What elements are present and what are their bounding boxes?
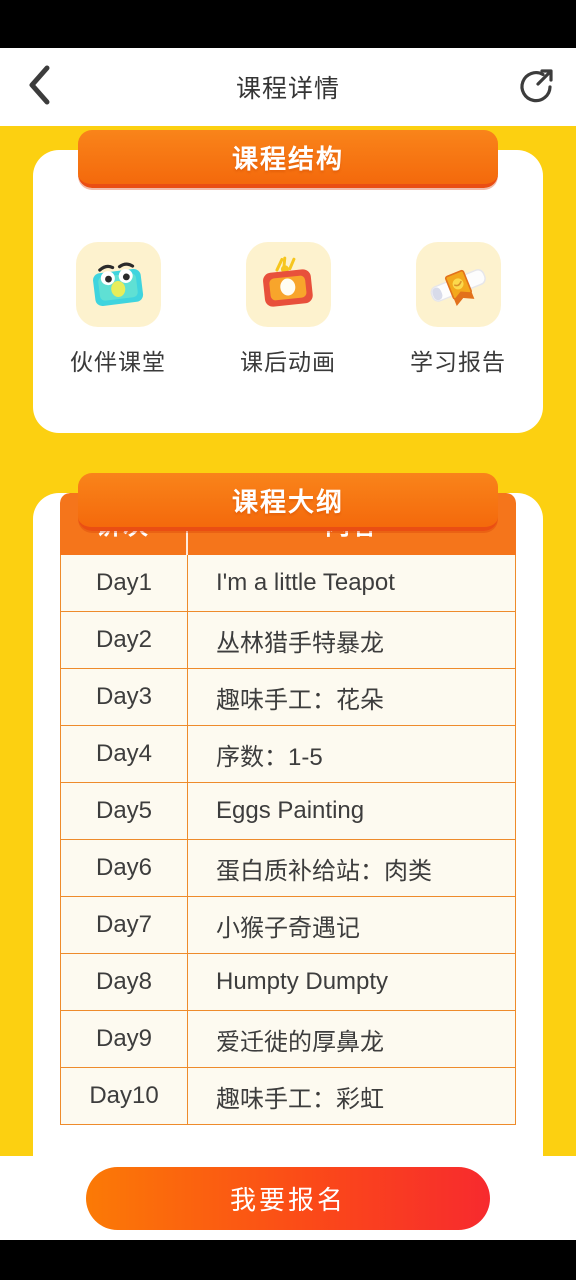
cell-lesson: Day6 <box>60 840 188 896</box>
structure-item-classroom[interactable]: 伙伴课堂 <box>43 242 193 377</box>
structure-item-label: 学习报告 <box>410 349 506 375</box>
table-row[interactable]: Day1 I'm a little Teapot <box>60 555 516 612</box>
cell-lesson: Day10 <box>60 1068 188 1124</box>
table-row[interactable]: Day9 爱迁徙的厚鼻龙 <box>60 1011 516 1068</box>
nav-header: 课程详情 <box>0 48 576 126</box>
cell-lesson: Day3 <box>60 669 188 725</box>
table-row[interactable]: Day4 序数：1-5 <box>60 726 516 783</box>
table-row[interactable]: Day7 小猴子奇遇记 <box>60 897 516 954</box>
course-outline-tab-label: 课程大纲 <box>231 486 344 517</box>
cell-lesson: Day4 <box>60 726 188 782</box>
enroll-button-label: 我要报名 <box>229 1184 346 1215</box>
course-structure-tab-label: 课程结构 <box>231 143 344 174</box>
tablet-face-icon <box>75 242 161 327</box>
cell-content: 爱迁徙的厚鼻龙 <box>188 1011 516 1067</box>
course-outline-tab: 课程大纲 <box>78 473 498 531</box>
table-row[interactable]: Day5 Eggs Painting <box>60 783 516 840</box>
cell-content: Humpty Dumpty <box>188 954 516 1010</box>
chevron-left-icon <box>26 64 52 111</box>
back-button[interactable] <box>0 48 78 126</box>
cell-content: I'm a little Teapot <box>188 555 516 611</box>
table-row[interactable]: Day10 趣味手工：彩虹 <box>60 1068 516 1125</box>
status-bar <box>0 0 576 48</box>
cell-lesson: Day2 <box>60 612 188 668</box>
cell-content: Eggs Painting <box>188 783 516 839</box>
cell-content: 趣味手工：花朵 <box>188 669 516 725</box>
cell-content: 趣味手工：彩虹 <box>188 1068 516 1124</box>
cell-lesson: Day9 <box>60 1011 188 1067</box>
structure-item-report[interactable]: 学习报告 <box>383 242 533 377</box>
page-content[interactable]: 课程结构 伙伴课堂 课后动画 学习报告 课程大纲 Day1 I'm a litt… <box>0 126 576 1156</box>
cell-content: 蛋白质补给站：肉类 <box>188 840 516 896</box>
cell-content: 序数：1-5 <box>188 726 516 782</box>
cell-lesson: Day8 <box>60 954 188 1010</box>
cell-lesson: Day5 <box>60 783 188 839</box>
page-title: 课程详情 <box>235 75 340 103</box>
table-row[interactable]: Day6 蛋白质补给站：肉类 <box>60 840 516 897</box>
cell-lesson: Day7 <box>60 897 188 953</box>
system-nav-bar <box>0 1240 576 1280</box>
structure-item-label: 伙伴课堂 <box>70 349 166 375</box>
table-row[interactable]: Day2 丛林猎手特暴龙 <box>60 612 516 669</box>
cell-lesson: Day1 <box>60 555 188 611</box>
structure-item-animation[interactable]: 课后动画 <box>213 242 363 377</box>
cell-content: 丛林猎手特暴龙 <box>188 612 516 668</box>
course-structure-card: 课程结构 伙伴课堂 课后动画 学习报告 <box>33 130 543 433</box>
phone-screen: 课程详情 课程结构 伙伴课堂 课后动画 学习报告 课程大纲 Day1 I'm a… <box>0 0 576 1280</box>
enroll-button[interactable]: 我要报名 <box>86 1166 490 1230</box>
bottom-action-bar: 我要报名 <box>0 1156 576 1240</box>
share-circle-icon <box>517 65 557 110</box>
diploma-scroll-icon <box>415 242 501 327</box>
course-outline-table: 讲次 内容 Day1 I'm a little Teapot Day2 丛林猎手… <box>60 493 516 1125</box>
table-row[interactable]: Day3 趣味手工：花朵 <box>60 669 516 726</box>
course-structure-tab: 课程结构 <box>78 130 498 188</box>
share-button[interactable] <box>498 48 576 126</box>
cell-content: 小猴子奇遇记 <box>188 897 516 953</box>
table-row[interactable]: Day8 Humpty Dumpty <box>60 954 516 1011</box>
television-icon <box>245 242 331 327</box>
structure-item-label: 课后动画 <box>240 349 336 375</box>
course-outline-card: 课程大纲 讲次 内容 Day1 I'm a little Teapot Day2… <box>33 473 543 1156</box>
